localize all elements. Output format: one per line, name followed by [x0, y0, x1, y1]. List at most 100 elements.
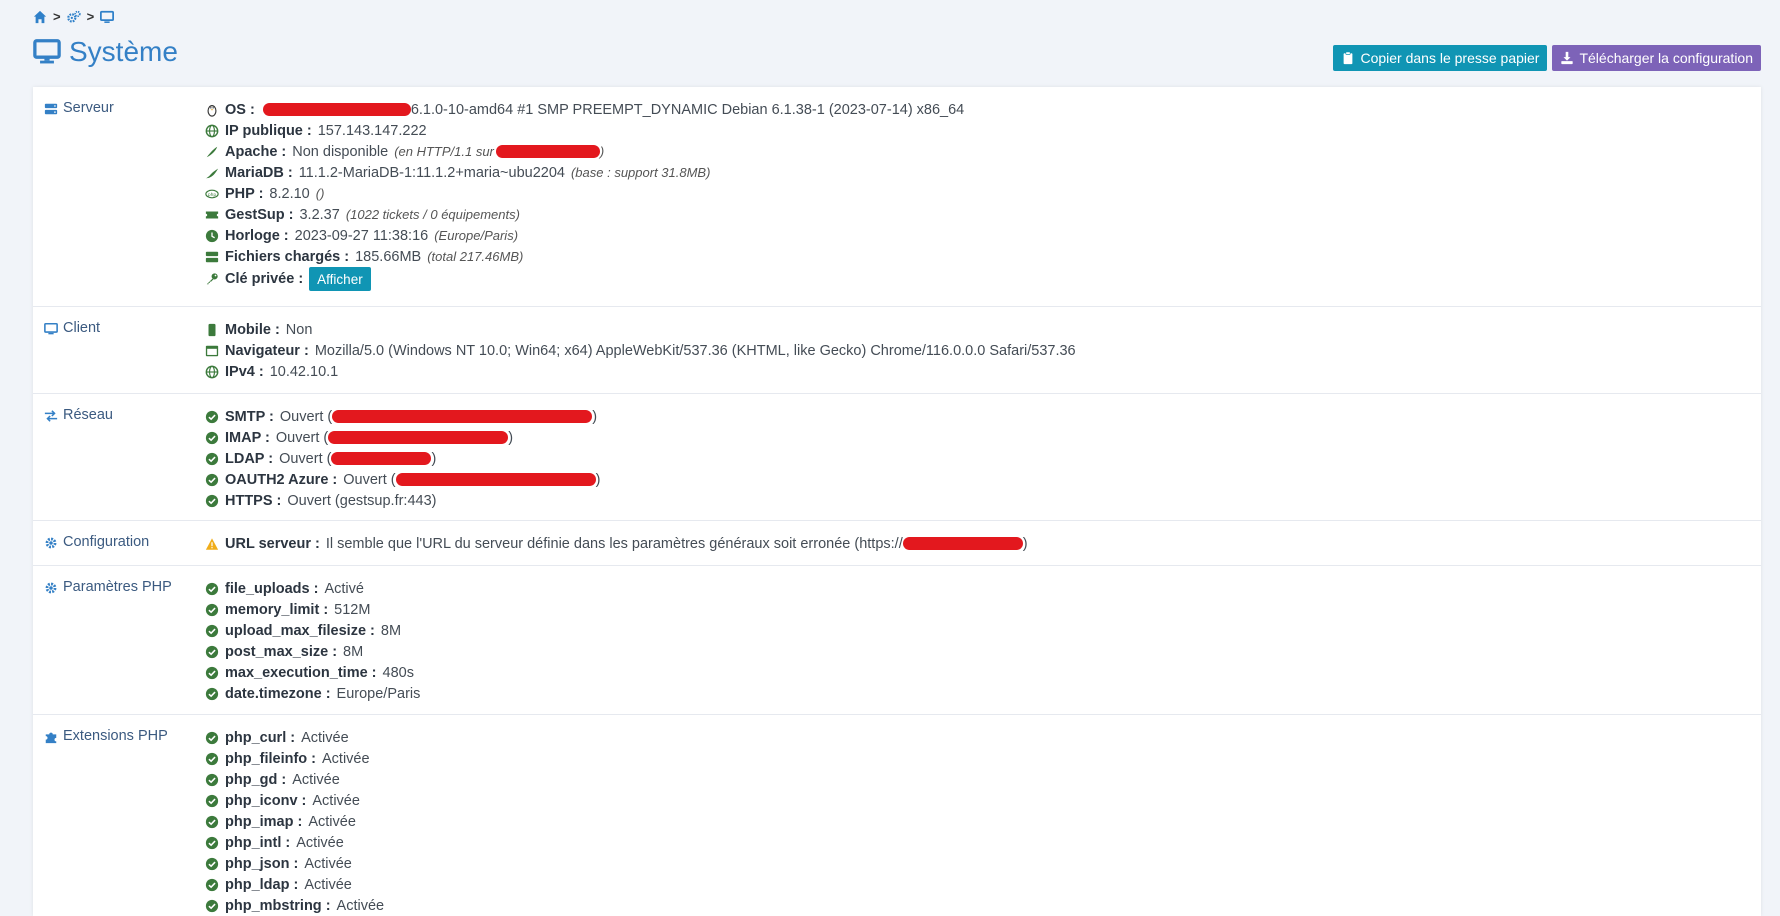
download-config-button[interactable]: Télécharger la configuration: [1552, 45, 1761, 71]
exchange-icon: [44, 409, 58, 423]
php-extension-row: php_imap : Activée: [205, 811, 1750, 832]
php-param-row: date.timezone : Europe/Paris: [205, 683, 1750, 704]
network-smtp-row: SMTP : Ouvert ( ): [205, 406, 1750, 427]
check-circle-icon: [205, 878, 219, 892]
section-server-body: OS : 6.1.0-10-amd64 #1 SMP PREEMPT_DYNAM…: [194, 87, 1761, 306]
client-ipv4-row: IPv4 : 10.42.10.1: [205, 361, 1750, 382]
section-configuration-body: URL serveur : Il semble que l'URL du ser…: [194, 521, 1761, 565]
server-clock-value: 2023-09-27 11:38:16: [294, 227, 429, 244]
check-circle-icon: [205, 836, 219, 850]
page-title: Système: [69, 36, 178, 67]
chevron-right-icon: >: [86, 9, 95, 24]
client-mobile-row: Mobile : Non: [205, 319, 1750, 340]
redacted-imap-host: [328, 431, 509, 444]
php-param-row-value: 8M: [343, 643, 364, 660]
server-mariadb-note: (base : support 31.8MB): [570, 165, 711, 180]
php-param-row-key: max_execution_time :: [225, 664, 377, 681]
section-php-extensions-body: php_curl : Activée php_fileinfo : Activée ph…: [194, 715, 1761, 916]
network-imap-value: Ouvert (: [275, 429, 329, 446]
php-extension-row: php_iconv : Activée: [205, 790, 1750, 811]
php-param-row-key: date.timezone :: [225, 685, 331, 702]
check-circle-icon: [205, 473, 219, 487]
ticket-icon: [205, 208, 219, 222]
server-gestsup-note: (1022 tickets / 0 équipements): [345, 207, 520, 222]
monitor-icon[interactable]: [100, 10, 115, 24]
feather-icon: [205, 145, 219, 159]
php-icon: php: [205, 187, 219, 201]
php-extension-row-key: php_intl :: [225, 834, 291, 851]
section-php-params: Paramètres PHP file_uploads : Activé memor…: [33, 566, 1761, 715]
system-info-panel: Serveur OS : 6.1.0-10-amd64 #1 SMP PREEM…: [33, 87, 1761, 916]
mariadb-icon: [205, 166, 219, 180]
client-ipv4-value: 10.42.10.1: [269, 363, 339, 380]
server-php-row: php PHP : 8.2.10 (): [205, 183, 1750, 204]
php-extension-row-value: Activée: [304, 855, 352, 872]
clipboard-icon: [1341, 51, 1355, 65]
php-extension-row-key: php_fileinfo :: [225, 750, 317, 767]
toolbar: Copier dans le presse papier Télécharger…: [1333, 45, 1761, 71]
php-extension-row-key: php_ldap :: [225, 876, 299, 893]
redacted-oauth-host: [395, 473, 596, 486]
gear-icon: [44, 536, 58, 550]
php-param-row: file_uploads : Activé: [205, 578, 1750, 599]
monitor-icon: [33, 39, 61, 65]
server-php-value: 8.2.10: [269, 185, 310, 202]
section-network-label: Réseau: [33, 394, 194, 520]
home-icon[interactable]: [33, 10, 47, 24]
server-gestsup-row: GestSup : 3.2.37 (1022 tickets / 0 équip…: [205, 204, 1750, 225]
redacted-ldap-host: [331, 452, 432, 465]
check-circle-icon: [205, 431, 219, 445]
network-oauth-row: OAUTH2 Azure : Ouvert ( ): [205, 469, 1750, 490]
php-extension-row: php_mbstring : Activée: [205, 895, 1750, 916]
copy-button-label: Copier dans le presse papier: [1360, 50, 1540, 66]
php-extension-row-key: php_json :: [225, 855, 299, 872]
linux-icon: [205, 103, 219, 117]
php-extension-row-value: Activée: [304, 876, 352, 893]
php-param-row-value: Activé: [324, 580, 364, 597]
php-param-row-value: Europe/Paris: [336, 685, 421, 702]
copy-to-clipboard-button[interactable]: Copier dans le presse papier: [1333, 45, 1548, 71]
desktop-icon: [44, 322, 58, 336]
settings-icon[interactable]: [66, 10, 81, 24]
section-configuration: Configuration URL serveur : Il semble qu…: [33, 521, 1761, 566]
config-url-row: URL serveur : Il semble que l'URL du ser…: [205, 533, 1750, 554]
php-extension-row: php_fileinfo : Activée: [205, 748, 1750, 769]
chevron-right-icon: >: [53, 9, 61, 24]
php-param-row: memory_limit : 512M: [205, 599, 1750, 620]
server-files-row: Fichiers chargés : 185.66MB (total 217.4…: [205, 246, 1750, 267]
server-files-note: (total 217.46MB): [427, 249, 524, 264]
network-smtp-value: Ouvert (: [279, 408, 333, 425]
php-extension-row-value: Activée: [336, 897, 385, 914]
globe-icon: [205, 124, 219, 138]
server-apache-row: Apache : Non disponible (en HTTP/1.1 sur…: [205, 141, 1750, 162]
check-circle-icon: [205, 731, 219, 745]
php-param-row: post_max_size : 8M: [205, 641, 1750, 662]
server-mariadb-row: MariaDB : 11.1.2-MariaDB-1:11.1.2+maria~…: [205, 162, 1750, 183]
server-ip-row: IP publique : 157.143.147.222: [205, 120, 1750, 141]
download-button-label: Télécharger la configuration: [1579, 50, 1753, 66]
client-mobile-value: Non: [285, 321, 313, 338]
server-apache-value: Non disponible: [292, 143, 389, 160]
php-extension-row: php_ldap : Activée: [205, 874, 1750, 895]
php-extension-row: php_intl : Activée: [205, 832, 1750, 853]
php-param-row-key: upload_max_filesize :: [225, 622, 375, 639]
section-client-label: Client: [33, 307, 194, 393]
network-https-value: Ouvert (gestsup.fr:443): [287, 492, 437, 509]
network-oauth-value: Ouvert (: [343, 471, 396, 488]
client-browser-value: Mozilla/5.0 (Windows NT 10.0; Win64; x64…: [314, 342, 1076, 359]
show-private-key-button[interactable]: Afficher: [309, 267, 371, 291]
php-extension-row-value: Activée: [296, 834, 344, 851]
server-php-note: (): [315, 186, 325, 201]
php-extension-row-key: php_curl :: [225, 729, 296, 746]
network-ldap-row: LDAP : Ouvert ( ): [205, 448, 1750, 469]
php-param-row: max_execution_time : 480s: [205, 662, 1750, 683]
check-circle-icon: [205, 494, 219, 508]
gear-icon: [44, 581, 58, 595]
download-icon: [1560, 51, 1574, 65]
network-imap-row: IMAP : Ouvert ( ): [205, 427, 1750, 448]
browser-icon: [205, 344, 219, 358]
redacted-hostname: [262, 103, 411, 116]
check-circle-icon: [205, 624, 219, 638]
check-circle-icon: [205, 857, 219, 871]
server-os-value: 6.1.0-10-amd64 #1 SMP PREEMPT_DYNAMIC De…: [410, 101, 965, 118]
